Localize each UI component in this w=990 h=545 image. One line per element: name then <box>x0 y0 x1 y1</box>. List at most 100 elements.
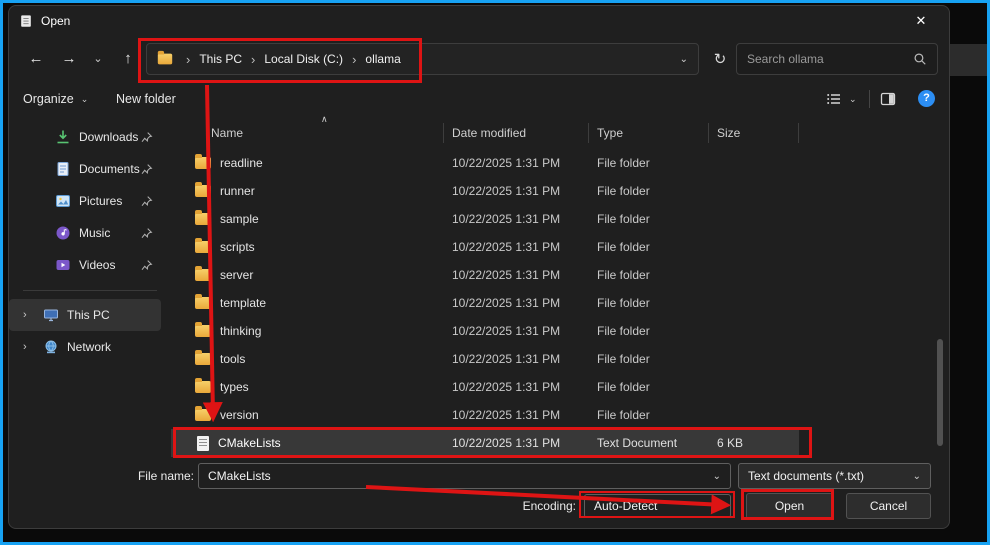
breadcrumb-item-local-disk-c[interactable]: Local Disk (C:) <box>264 52 343 66</box>
file-row-readline[interactable]: readline 10/22/2025 1:31 PM File folder <box>171 149 799 177</box>
sidebar-item-this-pc[interactable]: › This PC <box>9 299 161 331</box>
file-type: File folder <box>589 408 709 422</box>
address-bar[interactable]: › This PC › Local Disk (C:) › ollama ⌄ <box>146 43 699 75</box>
preview-pane-button[interactable] <box>880 91 897 107</box>
window-title: Open <box>41 14 70 28</box>
file-row-server[interactable]: server 10/22/2025 1:31 PM File folder <box>171 261 799 289</box>
open-button[interactable]: Open <box>746 493 833 519</box>
file-date: 10/22/2025 1:31 PM <box>444 212 589 226</box>
file-name-combobox[interactable]: ⌄ <box>198 463 731 489</box>
file-type: File folder <box>589 240 709 254</box>
column-header-name[interactable]: Name <box>181 123 444 143</box>
file-date: 10/22/2025 1:31 PM <box>444 436 589 450</box>
file-row-sample[interactable]: sample 10/22/2025 1:31 PM File folder <box>171 205 799 233</box>
file-date: 10/22/2025 1:31 PM <box>444 240 589 254</box>
up-button[interactable]: ↑ <box>113 43 143 75</box>
file-name: CMakeLists <box>218 436 281 450</box>
folder-icon <box>195 381 211 393</box>
encoding-select[interactable]: Auto-Detect ⌄ <box>584 494 731 518</box>
scrollbar-thumb[interactable] <box>937 339 943 446</box>
column-header-date-modified[interactable]: Date modified <box>444 123 589 143</box>
file-list: ∧ Name Date modified Type Size readline … <box>171 116 949 456</box>
close-button[interactable]: ✕ <box>903 13 939 29</box>
screen: Open ✕ ← → ⌄ ↑ › This PC › Local Disk (C… <box>0 0 990 545</box>
file-row-thinking[interactable]: thinking 10/22/2025 1:31 PM File folder <box>171 317 799 345</box>
file-row-cmakelists-selected[interactable]: CMakeLists 10/22/2025 1:31 PM Text Docum… <box>171 429 799 457</box>
chevron-right-icon[interactable]: › <box>23 309 37 321</box>
file-date: 10/22/2025 1:31 PM <box>444 296 589 310</box>
file-name: types <box>220 380 249 394</box>
chevron-right-icon[interactable]: › <box>23 341 37 353</box>
refresh-button[interactable]: ↻ <box>705 43 735 75</box>
file-type: File folder <box>589 380 709 394</box>
sidebar-item-label: This PC <box>67 308 110 322</box>
sidebar-item-pictures[interactable]: Pictures <box>9 185 171 217</box>
new-folder-button[interactable]: New folder <box>116 82 176 116</box>
sidebar-item-music[interactable]: Music <box>9 217 171 249</box>
file-date: 10/22/2025 1:31 PM <box>444 408 589 422</box>
background-app-strip <box>950 44 987 76</box>
file-type: File folder <box>589 156 709 170</box>
chevron-down-icon: ⌄ <box>907 471 921 482</box>
file-date: 10/22/2025 1:31 PM <box>444 324 589 338</box>
file-type: File folder <box>589 324 709 338</box>
address-folder-icon <box>158 54 172 65</box>
documents-icon <box>55 161 71 177</box>
folder-icon <box>195 213 211 225</box>
search-box[interactable] <box>736 43 938 75</box>
address-dropdown-icon[interactable]: ⌄ <box>672 54 688 65</box>
file-row-scripts[interactable]: scripts 10/22/2025 1:31 PM File folder <box>171 233 799 261</box>
file-name: thinking <box>220 324 261 338</box>
search-input[interactable] <box>737 52 913 66</box>
network-icon <box>43 339 59 355</box>
file-name: sample <box>220 212 259 226</box>
column-header-type[interactable]: Type <box>589 123 709 143</box>
file-rows: readline 10/22/2025 1:31 PM File folder … <box>171 149 799 457</box>
file-row-types[interactable]: types 10/22/2025 1:31 PM File folder <box>171 373 799 401</box>
file-name: tools <box>220 352 245 366</box>
folder-icon <box>195 353 211 365</box>
breadcrumb-item-ollama[interactable]: ollama <box>365 52 400 66</box>
breadcrumb-separator-icon: › <box>242 52 264 67</box>
column-header-size[interactable]: Size <box>709 123 799 143</box>
command-bar: Organize ⌄ New folder ⌄ ? <box>9 82 949 116</box>
help-button[interactable]: ? <box>918 90 935 107</box>
breadcrumb-separator-icon: › <box>177 52 199 67</box>
file-name-label: File name: <box>94 463 194 489</box>
views-dropdown-button[interactable]: ⌄ <box>849 82 857 116</box>
breadcrumb-item-this-pc[interactable]: This PC <box>199 52 242 66</box>
sidebar-item-label: Documents <box>79 162 140 176</box>
chevron-down-icon[interactable]: ⌄ <box>707 471 721 482</box>
file-row-template[interactable]: template 10/22/2025 1:31 PM File folder <box>171 289 799 317</box>
folder-icon <box>195 269 211 281</box>
file-row-runner[interactable]: runner 10/22/2025 1:31 PM File folder <box>171 177 799 205</box>
file-type: File folder <box>589 268 709 282</box>
cancel-button[interactable]: Cancel <box>846 493 931 519</box>
pin-icon <box>140 259 153 272</box>
sidebar-item-downloads[interactable]: Downloads <box>9 121 171 153</box>
file-type-select[interactable]: Text documents (*.txt) ⌄ <box>738 463 931 489</box>
chevron-down-icon: ⌄ <box>849 94 857 105</box>
downloads-icon <box>55 129 71 145</box>
folder-icon <box>195 157 211 169</box>
file-name: readline <box>220 156 263 170</box>
recent-locations-button[interactable]: ⌄ <box>87 43 109 75</box>
sort-ascending-icon: ∧ <box>321 114 328 125</box>
forward-button[interactable]: → <box>54 43 84 75</box>
views-button[interactable] <box>826 91 843 107</box>
file-name-input[interactable] <box>208 469 707 483</box>
folder-icon <box>195 297 211 309</box>
sidebar-item-label: Network <box>67 340 111 354</box>
sidebar-item-network[interactable]: › Network <box>9 331 161 363</box>
breadcrumb-separator-icon: › <box>343 52 365 67</box>
back-button[interactable]: ← <box>21 43 51 75</box>
sidebar-item-label: Downloads <box>79 130 138 144</box>
file-date: 10/22/2025 1:31 PM <box>444 352 589 366</box>
encoding-value: Auto-Detect <box>594 499 707 513</box>
window-icon <box>19 14 33 28</box>
file-row-version[interactable]: version 10/22/2025 1:31 PM File folder <box>171 401 799 429</box>
organize-button[interactable]: Organize ⌄ <box>23 82 88 116</box>
sidebar-item-videos[interactable]: Videos <box>9 249 171 281</box>
file-row-tools[interactable]: tools 10/22/2025 1:31 PM File folder <box>171 345 799 373</box>
sidebar-item-documents[interactable]: Documents <box>9 153 171 185</box>
